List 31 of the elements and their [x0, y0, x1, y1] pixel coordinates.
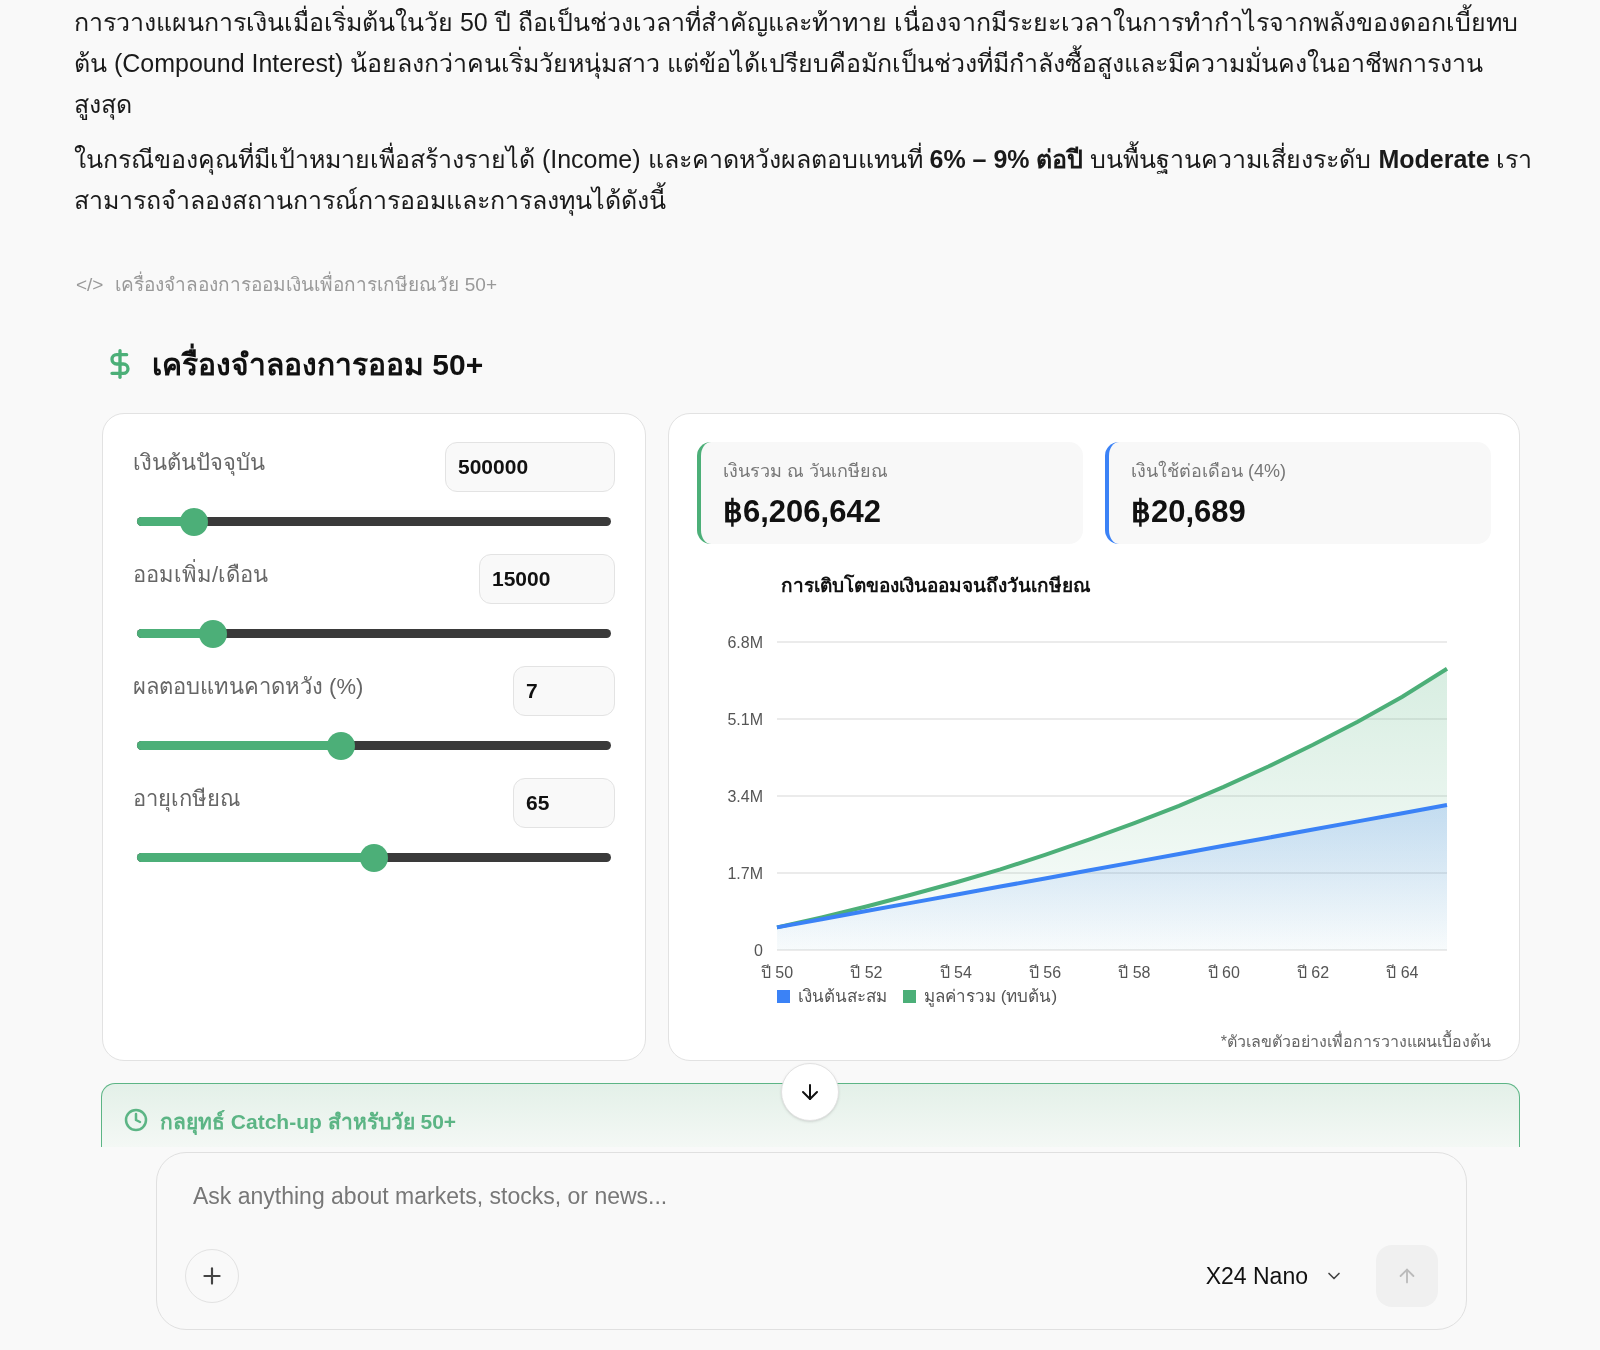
x-tick-label: ปี 54: [939, 964, 972, 981]
x-tick-label: ปี 60: [1207, 964, 1240, 981]
x-tick-label: ปี 58: [1118, 964, 1151, 981]
input-label: เงินต้นปัจจุบัน: [133, 448, 265, 478]
x-tick-label: ปี 64: [1386, 964, 1419, 981]
input-label: ผลตอบแทนคาดหวัง (%): [133, 672, 364, 701]
code-icon: </>: [76, 271, 104, 300]
stat-label: เงินใช้ต่อเดือน (4%): [1131, 459, 1287, 483]
section-title: กลยุทธ์ Catch-up สำหรับวัย 50+: [160, 1108, 457, 1137]
simulator-title: เครื่องจำลองการออม 50+: [152, 341, 484, 387]
input-label: อายุเกษียณ: [133, 784, 240, 814]
legend-label: มูลค่ารวม (ทบต้น): [924, 986, 1058, 1009]
body-paragraph: การวางแผนการเงินเมื่อเริ่มต้นในวัย 50 ปี ถือเป็นช่วงเวลาที่สำคัญและท้าทาย เนื่องจากมีระยะเวลาในการทำกำไรจากพลังของดอกเบี้ยทบต้น (Compound Interest) น้อยลงกว่าคนเริ่มวัยหนุ่มสาว แต่ข้อได้เปรียบคือมักเป็นช่วงที่มีกำลังซื้อสูงและมีความมั่นคงในอาชีพการงานสูงสุด: [74, 2, 1540, 125]
stat-label: เงินรวม ณ วันเกษียณ: [723, 459, 889, 483]
x-tick-label: ปี 56: [1028, 964, 1062, 981]
x-tick-label: ปี 50: [760, 964, 794, 981]
y-tick-label: 1.7M: [727, 865, 763, 882]
stat-value: ฿20,689: [1131, 492, 1247, 531]
stat-value: ฿6,206,642: [723, 492, 882, 531]
chart-title: การเติบโตของเงินออมจนถึงวันเกษียณ: [781, 573, 1092, 598]
legend-label: เงินต้นสะสม: [798, 986, 887, 1008]
x-tick-label: ปี 52: [850, 964, 883, 981]
input-label: ออมเพิ่ม/เดือน: [133, 558, 269, 589]
x-tick-label: ปี 62: [1296, 964, 1330, 981]
y-tick-label: 3.4M: [727, 788, 763, 805]
artifact-label: เครื่องจำลองการออมเงินเพื่อการเกษียณวัย 50+: [115, 271, 497, 300]
footnote: *ตัวเลขตัวอย่างเพื่อการวางแผนเบื้องต้น: [1220, 1029, 1491, 1052]
body-paragraph: ในกรณีของคุณที่มีเป้าหมายเพื่อสร้างรายได้ (Income) และคาดหวังผลตอบแทนที่ 6% – 9% ต่อปี บนพื้นฐานความเสี่ยงระดับ Moderate เราสามารถจำลองสถานการณ์การออมและการลงทุนได้ดังนี้: [74, 139, 1540, 221]
y-tick-label: 5.1M: [727, 711, 763, 728]
y-tick-label: 6.8M: [727, 634, 763, 651]
y-tick-label: 0: [754, 942, 763, 959]
